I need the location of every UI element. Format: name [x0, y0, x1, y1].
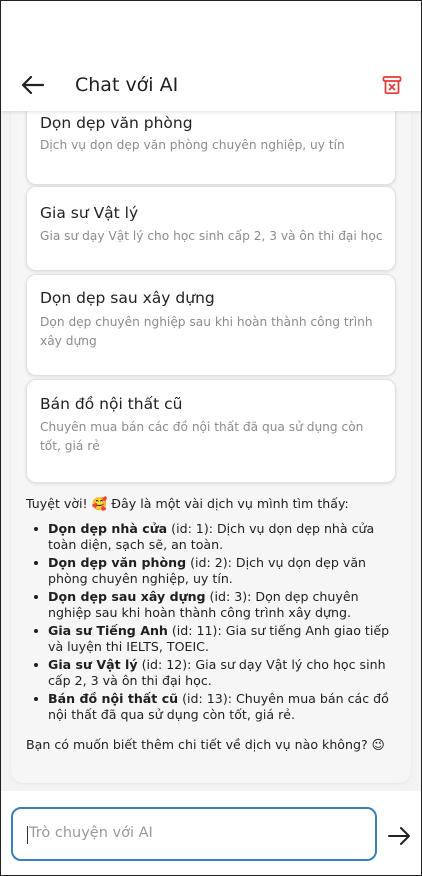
send-button[interactable] [386, 825, 412, 847]
service-card-description: Chuyên mua bán các đồ nội thất đã qua sử… [40, 420, 364, 453]
service-card-description: Dịch vụ dọn dẹp văn phòng chuyên nghiệp,… [40, 138, 345, 152]
text-caret [27, 826, 28, 844]
chat-input-placeholder: Trò chuyện với AI [29, 825, 153, 841]
service-card[interactable]: Dọn dẹp sau xây dựng Dọn dẹp chuyên nghi… [26, 274, 396, 376]
service-card-description: Gia sư dạy Vật lý cho học sinh cấp 2, 3 … [40, 229, 383, 243]
reply-intro: Tuyệt vời! 🥰 Đây là một vài dịch vụ mình… [26, 496, 349, 511]
service-list: Dọn dẹp nhà cửa (id: 1): Dịch vụ dọn dẹp… [26, 521, 391, 723]
page-title: Chat với AI [75, 74, 179, 96]
list-item: Bán đồ nội thất cũ (id: 13): Chuyên mua … [34, 691, 391, 723]
list-item: Gia sư Tiếng Anh (id: 11): Gia sư tiếng … [34, 623, 391, 655]
service-card[interactable]: Gia sư Vật lý Gia sư dạy Vật lý cho học … [26, 186, 396, 271]
chat-input[interactable]: Trò chuyện với AI [11, 807, 377, 861]
service-card[interactable]: Bán đồ nội thất cũ Chuyên mua bán các đồ… [26, 379, 396, 483]
service-card-title: Dọn dẹp sau xây dựng [40, 289, 215, 307]
list-item: Dọn dẹp sau xây dựng (id: 3): Dọn dẹp ch… [34, 589, 391, 621]
service-name: Dọn dẹp nhà cửa [48, 521, 168, 536]
service-name: Bán đồ nội thất cũ [48, 691, 179, 706]
chat-messages[interactable]: Dọn dẹp văn phòng Dịch vụ dọn dẹp văn ph… [1, 111, 421, 791]
arrow-right-icon [388, 827, 410, 845]
arrow-left-icon [22, 76, 44, 94]
service-card-description: Dọn dẹp chuyên nghiệp sau khi hoàn thành… [40, 315, 373, 348]
ai-reply-text: Tuyệt vời! 🥰 Đây là một vài dịch vụ mình… [26, 496, 391, 753]
list-item: Dọn dẹp văn phòng (id: 2): Dịch vụ dọn d… [34, 555, 391, 587]
app-bar: Chat với AI [1, 59, 421, 111]
delete-chat-button[interactable] [379, 72, 405, 98]
service-card-title: Dọn dẹp văn phòng [40, 114, 193, 132]
reply-outro: Bạn có muốn biết thêm chi tiết về dịch v… [26, 737, 385, 752]
list-item: Gia sư Vật lý (id: 12): Gia sư dạy Vật l… [34, 657, 391, 689]
message-composer: Trò chuyện với AI [1, 791, 421, 875]
list-item: Dọn dẹp nhà cửa (id: 1): Dịch vụ dọn dẹp… [34, 521, 391, 553]
service-card-title: Gia sư Vật lý [40, 204, 139, 222]
service-name: Gia sư Tiếng Anh [48, 623, 168, 638]
back-button[interactable] [19, 71, 47, 99]
service-name: Gia sư Vật lý [48, 657, 138, 672]
service-card[interactable]: Dọn dẹp văn phòng Dịch vụ dọn dẹp văn ph… [26, 111, 396, 185]
delete-box-icon [382, 76, 402, 95]
service-name: Dọn dẹp sau xây dựng [48, 589, 206, 604]
service-name: Dọn dẹp văn phòng [48, 555, 187, 570]
app-screen: Chat với AI Dọn dẹp văn phòng Dịch vụ dọ… [0, 0, 422, 876]
service-card-title: Bán đồ nội thất cũ [40, 395, 183, 413]
